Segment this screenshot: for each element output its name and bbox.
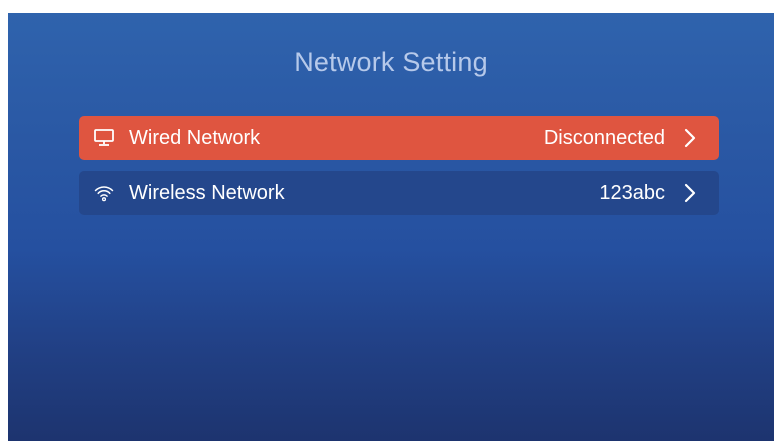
wireless-network-label: Wireless Network	[129, 181, 285, 204]
page-title: Network Setting	[294, 47, 488, 77]
monitor-icon	[93, 127, 115, 149]
wired-network-item[interactable]: Wired Network Disconnected	[79, 116, 719, 160]
wireless-network-ssid: 123abc	[599, 181, 665, 204]
wired-network-label: Wired Network	[129, 126, 261, 149]
wifi-icon	[93, 182, 115, 204]
chevron-right-icon	[683, 127, 697, 149]
wired-network-status: Disconnected	[543, 126, 665, 149]
chevron-right-icon	[683, 182, 697, 204]
network-setting-screen: Network Setting Wired Network Disconnect…	[8, 13, 774, 441]
wireless-network-item[interactable]: Wireless Network 123abc	[79, 171, 719, 215]
